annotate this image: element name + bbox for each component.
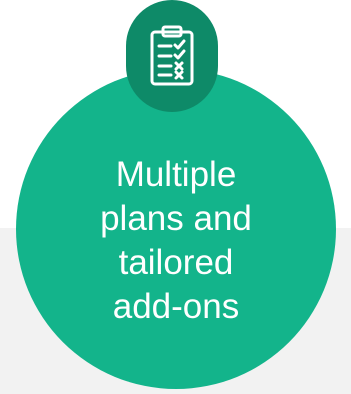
feature-circle: Multiple plans and tailored add-ons	[16, 69, 336, 389]
clipboard-checklist-icon	[150, 25, 194, 86]
feature-title: Multiple plans and tailored add-ons	[100, 155, 252, 326]
icon-badge	[126, 0, 218, 112]
